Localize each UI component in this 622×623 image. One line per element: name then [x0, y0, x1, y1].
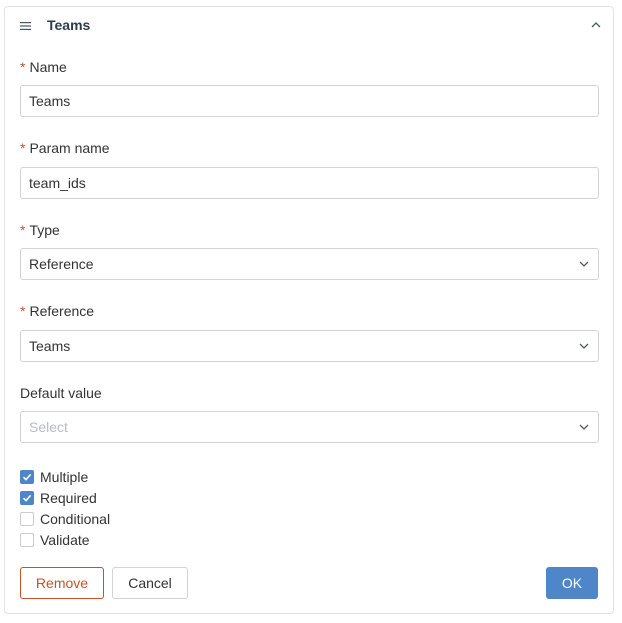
name-label: * Name: [20, 59, 67, 75]
panel-header[interactable]: Teams: [5, 7, 613, 45]
hamburger-menu-icon[interactable]: [20, 21, 32, 31]
chevron-down-icon: [579, 261, 589, 267]
chevron-down-icon: [579, 424, 589, 430]
default-value-placeholder: Select: [29, 419, 68, 435]
default-value-label: Default value: [20, 385, 102, 401]
required-mark: *: [20, 140, 26, 156]
validate-checkbox[interactable]: [20, 533, 34, 547]
reference-label: * Reference: [20, 303, 95, 319]
default-value-select[interactable]: Select: [20, 411, 599, 443]
multiple-label: Multiple: [40, 469, 89, 485]
ok-button[interactable]: OK: [546, 567, 598, 599]
required-mark: *: [20, 222, 26, 238]
panel-title: Teams: [47, 17, 91, 33]
reference-select[interactable]: Teams: [20, 330, 599, 362]
remove-button[interactable]: Remove: [20, 567, 104, 599]
type-label: * Type: [20, 222, 60, 238]
reference-select-value: Teams: [29, 338, 71, 354]
multiple-checkbox[interactable]: [20, 470, 34, 484]
validate-label: Validate: [40, 532, 90, 548]
conditional-label: Conditional: [40, 511, 111, 527]
required-mark: *: [20, 303, 26, 319]
chevron-up-icon[interactable]: [591, 21, 601, 29]
name-input[interactable]: [21, 86, 561, 116]
param-name-input[interactable]: [21, 168, 561, 198]
required-label: Required: [40, 490, 97, 506]
type-select-value: Reference: [29, 256, 94, 272]
checkmark-icon: [22, 473, 32, 481]
param-name-label: * Param name: [20, 140, 110, 156]
checkmark-icon: [22, 494, 32, 502]
name-input-wrapper: [20, 85, 599, 117]
chevron-down-icon: [579, 343, 589, 349]
param-name-input-wrapper: [20, 167, 599, 199]
cancel-button[interactable]: Cancel: [112, 567, 188, 599]
type-select[interactable]: Reference: [20, 248, 599, 280]
conditional-checkbox[interactable]: [20, 512, 34, 526]
field-editor-panel: Teams *Name *Param name *Type Reference …: [4, 6, 614, 614]
required-mark: *: [20, 59, 26, 75]
required-checkbox[interactable]: [20, 491, 34, 505]
